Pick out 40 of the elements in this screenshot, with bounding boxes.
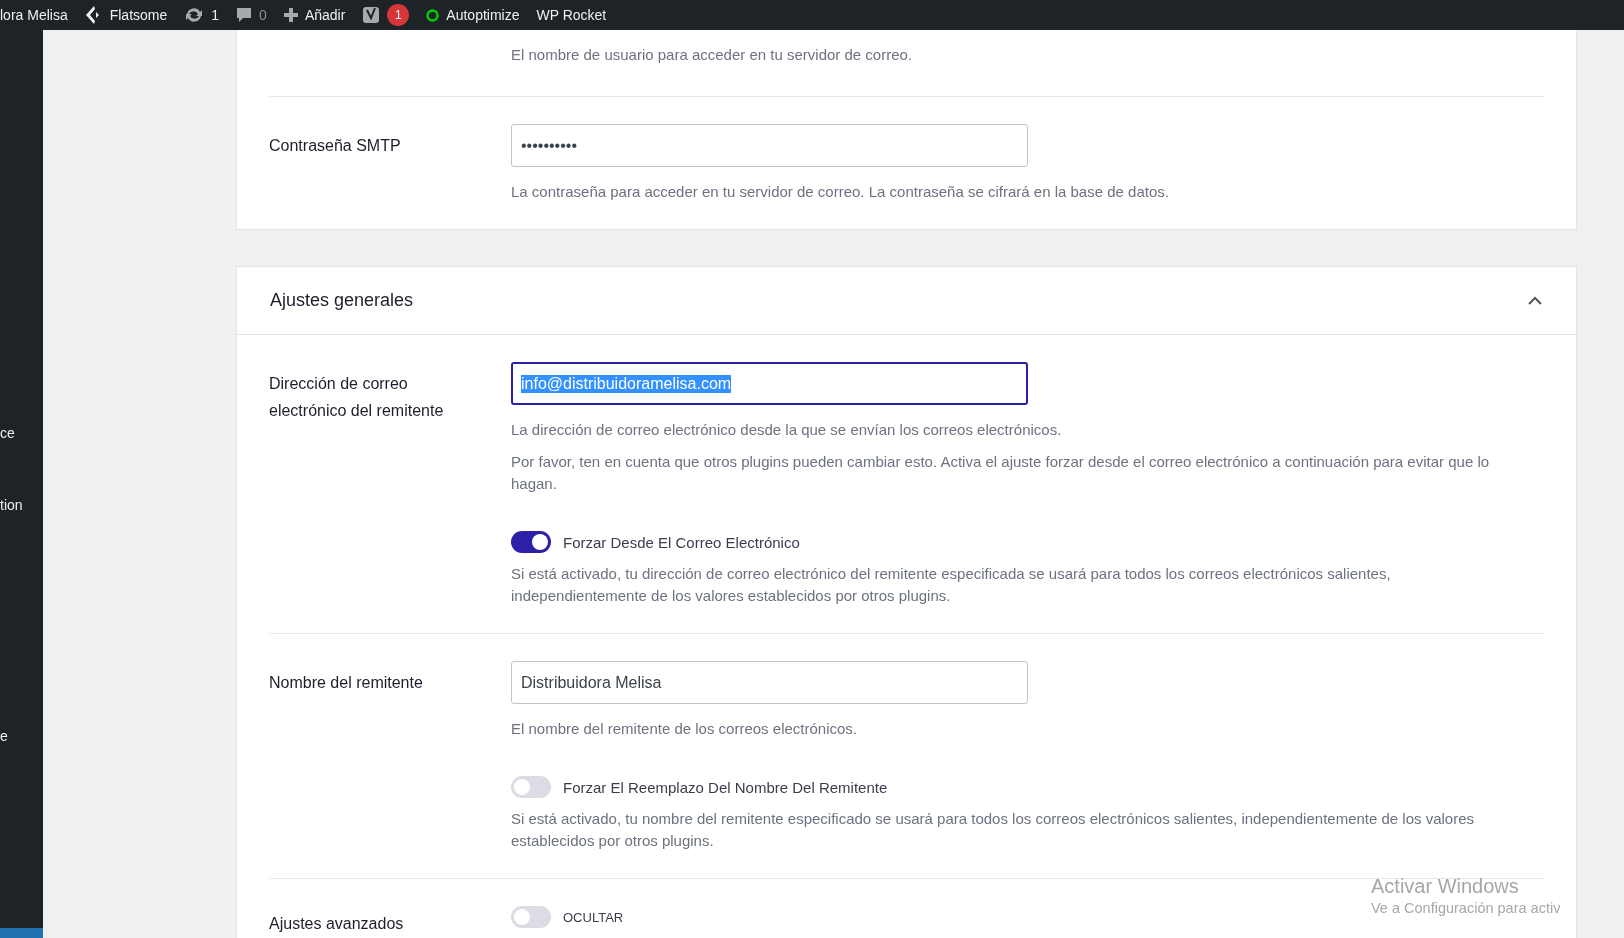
field-description: Por favor, ten en cuenta que otros plugins pueden cambiar esto. Activa el ajuste forzar desde el correo electrónico a continuación para evitar que lo hagan. bbox=[511, 452, 1491, 494]
toggle-description: Si está activado, tu nombre del remitente especificado se usará para todos los correos electrónicos salientes, independientemente de los valores establecidos por otros plugins. bbox=[511, 809, 1476, 851]
admin-bar-item[interactable]: WP Rocket bbox=[536, 7, 607, 23]
activation-notice-title: Activar Windows bbox=[1371, 875, 1520, 898]
text-field[interactable]: •••••••••• bbox=[511, 124, 1028, 167]
admin-bar-item[interactable]: Flatsome bbox=[84, 5, 168, 25]
status-ring-icon bbox=[426, 8, 440, 22]
activation-notice-text: Ve a Configuración para activ bbox=[1371, 900, 1562, 916]
field-label: Dirección de correo electrónico del remitente bbox=[269, 374, 445, 421]
notification-badge: 1 bbox=[387, 4, 410, 26]
sidebar-item[interactable]: e bbox=[0, 728, 8, 744]
toggle-switch[interactable] bbox=[511, 906, 551, 928]
field-label: Ajustes avanzados bbox=[269, 914, 405, 934]
field-description: El nombre del remitente de los correos electrónicos. bbox=[511, 719, 858, 739]
admin-bar-item[interactable]: 0 bbox=[236, 7, 267, 23]
toggle-label: OCULTAR bbox=[563, 909, 624, 925]
field-description: La contraseña para acceder en tu servidor de correo. La contraseña se cifrará en la base de datos. bbox=[511, 182, 1170, 202]
field-label: Nombre del remitente bbox=[269, 673, 424, 693]
toggle-label: Forzar Desde El Correo Electrónico bbox=[563, 533, 800, 551]
text-field[interactable]: Distribuidora Melisa bbox=[511, 661, 1028, 704]
admin-bar-item[interactable]: lora Melisa bbox=[0, 7, 68, 23]
plus-icon bbox=[283, 8, 298, 22]
comment-icon bbox=[236, 7, 253, 23]
toggle-label: Forzar El Reemplazo Del Nombre Del Remitente bbox=[563, 778, 888, 796]
toggle-switch[interactable] bbox=[511, 776, 551, 798]
section-title: Ajustes generales bbox=[270, 290, 414, 311]
toggle-description: Si está activado, tu dirección de correo electrónico del remitente especificada se usará para todos los correos electrónicos salientes, independientemente de los valores establecidos por otros plugins. bbox=[511, 564, 1392, 606]
admin-bar-item[interactable]: Añadir bbox=[283, 7, 346, 23]
sidebar-item[interactable]: ce bbox=[0, 425, 15, 441]
sidebar-item[interactable]: tion bbox=[0, 497, 23, 513]
active-menu-indicator bbox=[0, 928, 43, 938]
admin-bar-item[interactable]: 1 bbox=[184, 6, 220, 24]
chevron-up-icon[interactable] bbox=[1527, 295, 1543, 306]
refresh-icon bbox=[184, 6, 205, 24]
field-description: El nombre de usuario para acceder en tu servidor de correo. bbox=[511, 45, 914, 65]
field-label: Contraseña SMTP bbox=[269, 136, 402, 156]
toggle-switch[interactable] bbox=[511, 531, 551, 553]
admin-bar-item[interactable]: 1 bbox=[362, 4, 410, 26]
field-description: La dirección de correo electrónico desde la que se envían los correos electrónicos. bbox=[511, 420, 1063, 440]
admin-bar-item[interactable]: Autoptimize bbox=[426, 7, 520, 23]
